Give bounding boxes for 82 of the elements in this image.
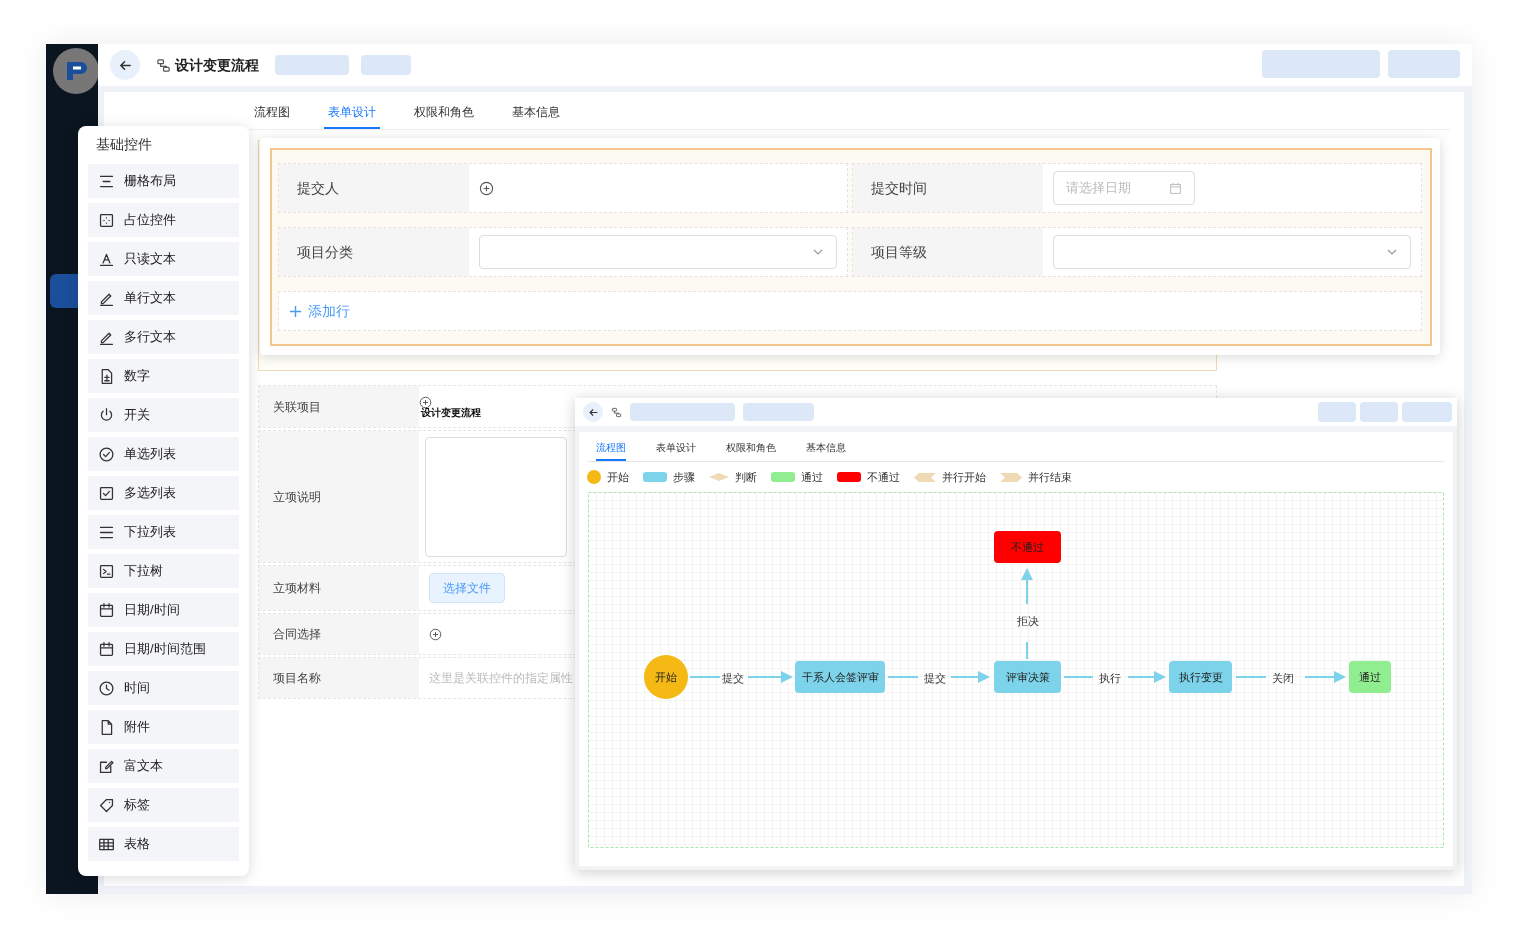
palette-item[interactable]: 时间 [88, 671, 239, 705]
check-circle-icon [98, 445, 115, 463]
legend-label: 并行结束 [1028, 470, 1072, 485]
tab[interactable]: 表单设计 [324, 103, 380, 129]
edge-label: 拒决 [1017, 614, 1039, 629]
flow-icon [156, 57, 171, 73]
field-label: 项目等级 [871, 242, 927, 262]
palette-item[interactable]: 下拉树 [88, 554, 239, 588]
power-icon [98, 406, 115, 424]
palette-item[interactable]: 占位控件 [88, 203, 239, 237]
palette-item[interactable]: 开关 [88, 398, 239, 432]
edge-label: 提交 [924, 671, 946, 686]
skeleton-bar [1318, 402, 1356, 422]
skeleton-bar [1402, 402, 1452, 422]
palette-item[interactable]: 多行文本 [88, 320, 239, 354]
add-icon[interactable] [419, 396, 432, 409]
flow-node[interactable]: 干系人会签评审 [795, 661, 885, 693]
edge-label: 执行 [1099, 671, 1121, 686]
flow-node[interactable]: 不通过 [994, 531, 1061, 563]
field-label: 项目分类 [297, 242, 353, 262]
tab[interactable]: 基本信息 [806, 436, 846, 461]
field-label: 合同选择 [273, 626, 321, 643]
palette-item[interactable]: 富文本 [88, 749, 239, 783]
skeleton-bar [1388, 50, 1460, 78]
field-label: 项目名称 [273, 670, 321, 687]
palette-item[interactable]: 只读文本 [88, 242, 239, 276]
field-label: 提交人 [297, 178, 339, 198]
skeleton-bar [361, 55, 411, 75]
plus-icon [289, 304, 302, 318]
legend-label: 判断 [735, 470, 757, 485]
linked-value: 设计变更流程 [421, 406, 481, 420]
palette-item[interactable]: 标签 [88, 788, 239, 822]
terminal-icon [98, 562, 115, 580]
edge-label: 关闭 [1272, 671, 1294, 686]
palette-item[interactable]: 附件 [88, 710, 239, 744]
tab[interactable]: 权限和角色 [410, 103, 478, 129]
field-label: 提交时间 [871, 178, 927, 198]
tab[interactable]: 基本信息 [508, 103, 564, 129]
calendar-icon [98, 601, 115, 619]
legend-label: 步骤 [673, 470, 695, 485]
palette-item[interactable]: 下拉列表 [88, 515, 239, 549]
palette-item[interactable]: 表格 [88, 827, 239, 861]
calendar-icon [98, 640, 115, 658]
legend-label: 开始 [607, 470, 629, 485]
palette-item[interactable]: 单行文本 [88, 281, 239, 315]
legend-label: 不通过 [867, 470, 900, 485]
clock-icon [98, 679, 115, 697]
textarea-field[interactable] [425, 437, 567, 557]
tag-icon [98, 796, 115, 814]
palette-title: 基础控件 [95, 135, 153, 154]
tab[interactable]: 流程图 [596, 436, 626, 461]
palette-item[interactable]: 数字 [88, 359, 239, 393]
flow-node[interactable]: 评审决策 [994, 661, 1061, 693]
palette-item[interactable]: 多选列表 [88, 476, 239, 510]
page-title: 设计变更流程 [175, 55, 259, 75]
arrow-left-icon [587, 406, 599, 418]
flow-node[interactable]: 通过 [1349, 661, 1391, 693]
skeleton-bar [743, 403, 814, 421]
tab[interactable]: 权限和角色 [726, 436, 776, 461]
flow-icon [611, 406, 622, 418]
select-field[interactable] [1053, 235, 1411, 269]
tab[interactable]: 流程图 [250, 103, 294, 129]
skeleton-bar [1360, 402, 1398, 422]
legend-label: 通过 [801, 470, 823, 485]
palette-item[interactable]: 栅格布局 [88, 164, 239, 198]
field-label: 立项说明 [273, 488, 321, 506]
add-icon[interactable] [429, 627, 442, 641]
select-field[interactable] [479, 235, 837, 269]
nav-highlight [50, 274, 78, 308]
checkbox-icon [98, 484, 115, 502]
calendar-icon [1169, 181, 1182, 195]
flow-node[interactable]: 执行变更 [1169, 661, 1232, 693]
palette-item[interactable]: 日期/时间 [88, 593, 239, 627]
field-label: 立项材料 [273, 580, 321, 597]
palette-item[interactable]: 日期/时间范围 [88, 632, 239, 666]
legend-label: 并行开始 [942, 470, 986, 485]
dotted-square-icon [98, 211, 115, 229]
palette-item[interactable]: 单选列表 [88, 437, 239, 471]
edge-label: 提交 [722, 671, 744, 686]
field-label: 关联项目 [273, 398, 321, 416]
add-icon[interactable] [479, 180, 494, 196]
tab[interactable]: 表单设计 [656, 436, 696, 461]
